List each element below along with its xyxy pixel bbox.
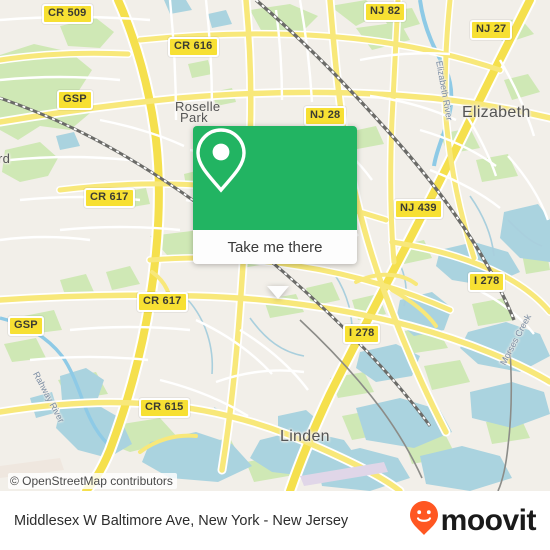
place-label-roselle-park: Park bbox=[180, 110, 208, 125]
footer-bar: Middlesex W Baltimore Ave, New York - Ne… bbox=[0, 491, 550, 550]
route-shield-nj-28[interactable]: NJ 28 bbox=[304, 106, 347, 126]
route-shield-cr-617-south[interactable]: CR 617 bbox=[137, 292, 188, 312]
map-attribution[interactable]: © OpenStreetMap contributors bbox=[8, 473, 177, 489]
route-shield-cr-616[interactable]: CR 616 bbox=[168, 37, 219, 57]
map-screenshot: Roselle Park Elizabeth rd Linden Elizabe… bbox=[0, 0, 550, 550]
route-shield-i-278-east[interactable]: I 278 bbox=[468, 272, 506, 292]
route-shield-nj-82[interactable]: NJ 82 bbox=[364, 2, 407, 22]
route-shield-i-278-south[interactable]: I 278 bbox=[343, 324, 381, 344]
moovit-smiley-pin-icon bbox=[409, 500, 439, 541]
take-me-there-callout[interactable]: Take me there bbox=[193, 126, 357, 299]
moovit-logo[interactable]: moovit bbox=[409, 500, 537, 541]
route-shield-gsp-north[interactable]: GSP bbox=[57, 90, 93, 110]
route-shield-nj-439[interactable]: NJ 439 bbox=[394, 199, 443, 219]
route-shield-cr-617-north[interactable]: CR 617 bbox=[84, 188, 135, 208]
place-label-elizabeth: Elizabeth bbox=[462, 104, 531, 121]
route-shield-nj-27[interactable]: NJ 27 bbox=[470, 20, 513, 40]
place-label-linden: Linden bbox=[280, 428, 330, 445]
route-shield-gsp-south[interactable]: GSP bbox=[8, 316, 44, 336]
location-title: Middlesex W Baltimore Ave, New York - Ne… bbox=[14, 512, 349, 529]
callout-icon-area bbox=[193, 126, 357, 230]
map-canvas[interactable]: Roselle Park Elizabeth rd Linden Elizabe… bbox=[0, 0, 550, 491]
take-me-there-label: Take me there bbox=[227, 238, 323, 256]
moovit-wordmark: moovit bbox=[440, 503, 537, 537]
route-shield-cr-615[interactable]: CR 615 bbox=[139, 398, 190, 418]
callout-tail bbox=[267, 286, 289, 299]
place-label-cranford-partial: rd bbox=[0, 151, 11, 166]
route-shield-cr-509[interactable]: CR 509 bbox=[42, 4, 93, 24]
callout-action-bar[interactable]: Take me there bbox=[193, 230, 357, 264]
